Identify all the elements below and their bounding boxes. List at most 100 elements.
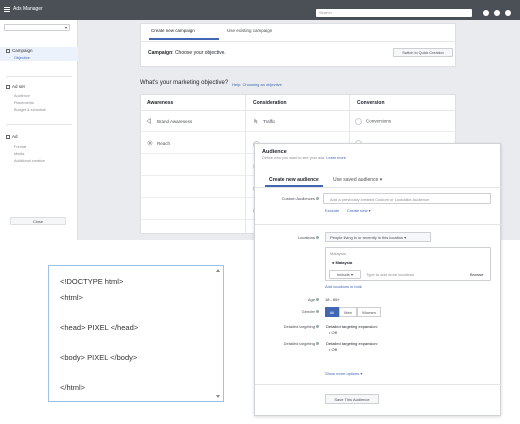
help-icon[interactable]	[494, 10, 500, 16]
divider	[245, 95, 246, 235]
tab-underline	[149, 38, 219, 40]
chevron-down-icon: ▾	[360, 371, 363, 376]
code-panel: <!DOCTYPE html> <html> <head> PIXEL </he…	[48, 265, 224, 402]
detailed-expansion-heading-2: Detailed targeting expansion:	[326, 341, 378, 346]
custom-audiences-label: Custom Audiences	[259, 196, 319, 201]
campaign-card: Create new campaign Use existing campaig…	[140, 23, 457, 67]
chevron-down-icon: ▾	[351, 272, 354, 277]
tab-create-new-audience[interactable]: Create new audience	[269, 177, 319, 183]
include-dropdown[interactable]: Include ▾	[329, 270, 361, 279]
info-icon	[316, 310, 319, 314]
divider	[255, 187, 502, 188]
scroll-up-icon[interactable]	[216, 269, 220, 272]
save-audience-button[interactable]: Save This Audience	[325, 394, 379, 404]
ad-set-icon	[6, 84, 10, 89]
campaign-icon	[6, 48, 10, 53]
chevron-down-icon: ▾	[379, 177, 383, 183]
age-range[interactable]: 18 - 65+	[325, 297, 340, 302]
browse-link[interactable]: Browse	[470, 272, 483, 277]
sidebar-item-audience[interactable]: Audience	[14, 94, 30, 98]
detailed-targeting-label-1: Detailed targeting	[259, 324, 319, 329]
campaign-label: Campaign: Choose your objective.	[148, 50, 226, 56]
quick-creation-button[interactable]: Switch to Quick Creation	[393, 48, 453, 57]
scroll-down-icon[interactable]	[216, 395, 220, 398]
locations-box: Malaysia ● Malaysia Include ▾ Type to ad…	[325, 247, 491, 281]
top-bar: Ads Manager Search	[0, 0, 520, 20]
sidebar-item-placements[interactable]: Placements	[14, 101, 34, 105]
search-input[interactable]: Search	[316, 9, 472, 17]
info-icon	[316, 197, 319, 201]
tab-use-existing-campaign[interactable]: Use existing campaign	[227, 28, 272, 33]
gender-women-button[interactable]: Women	[357, 307, 381, 317]
code-line-head: <head> PIXEL </head>	[60, 323, 139, 332]
sidebar: Campaign Objective Ad set Audience Place…	[0, 20, 78, 240]
exclude-link[interactable]: Exclude	[325, 208, 339, 213]
learn-more-link[interactable]: Learn more	[326, 156, 345, 160]
locations-type-dropdown[interactable]: People living in or recently in this loc…	[325, 232, 431, 242]
age-label: Age	[259, 297, 319, 302]
cursor-icon	[254, 118, 259, 124]
detailed-expansion-heading-1: Detailed targeting expansion:	[326, 324, 378, 329]
close-button[interactable]: Close	[10, 217, 66, 225]
code-line-doctype: <!DOCTYPE html>	[60, 277, 124, 286]
chevron-down-icon: ▾	[368, 208, 371, 213]
app-title: Ads Manager	[13, 6, 43, 12]
ad-icon	[6, 134, 10, 139]
gender-label: Gender	[259, 309, 319, 314]
code-line-html-open: <html>	[60, 293, 83, 302]
divider	[6, 124, 72, 125]
objective-question: What's your marketing objective?	[140, 80, 229, 86]
detailed-targeting-label-2: Detailed targeting	[259, 341, 319, 346]
objective-reach[interactable]: Reach	[157, 141, 170, 146]
column-awareness: Awareness	[147, 100, 174, 106]
tab-use-saved-audience[interactable]: Use saved audience ▾	[333, 177, 382, 183]
sidebar-section-campaign[interactable]: Campaign	[6, 48, 33, 53]
add-locations-bulk-link[interactable]: Add locations in bulk	[325, 284, 362, 289]
settings-icon[interactable]	[505, 10, 511, 16]
divider	[255, 224, 502, 225]
locations-label: Locations	[259, 235, 319, 240]
chevron-down-icon	[65, 27, 67, 29]
conversions-icon	[355, 118, 362, 125]
objective-brand-awareness[interactable]: Brand Awareness	[157, 119, 192, 124]
sidebar-section-ad[interactable]: Ad	[6, 134, 18, 139]
detailed-expansion-value-2[interactable]: • Off	[329, 347, 337, 352]
objective-help-link[interactable]: Help: Choosing an objective	[232, 82, 282, 87]
divider	[141, 131, 457, 132]
create-new-dropdown[interactable]: Create new ▾	[347, 208, 371, 213]
divider	[141, 110, 457, 111]
reach-icon	[147, 140, 153, 146]
sidebar-section-ad-set[interactable]: Ad set	[6, 84, 25, 89]
divider	[6, 76, 72, 77]
notifications-icon[interactable]	[483, 10, 489, 16]
menu-icon[interactable]	[4, 7, 10, 13]
location-search-input[interactable]: Type to add more locations	[366, 272, 414, 277]
custom-audience-input[interactable]: Add a previously created Custom or Looka…	[323, 193, 491, 204]
divider	[255, 384, 502, 385]
pin-icon: ●	[332, 260, 335, 265]
objective-conversions[interactable]: Conversions	[355, 118, 391, 125]
sidebar-item-media[interactable]: Media	[14, 152, 24, 156]
location-chip[interactable]: ● Malaysia	[332, 260, 352, 265]
audience-subtitle: Define who you want to see your ads. Lea…	[262, 156, 346, 160]
tab-create-new-campaign[interactable]: Create new campaign	[151, 28, 195, 33]
chevron-down-icon: ▾	[404, 235, 407, 240]
sidebar-item-additional-creative[interactable]: Additional creative	[14, 159, 45, 163]
detailed-expansion-value-1[interactable]: • Off	[329, 330, 337, 335]
info-icon	[316, 325, 319, 329]
column-conversion: Conversion	[357, 100, 385, 106]
show-more-options-link[interactable]: Show more options ▾	[325, 371, 362, 376]
audience-panel: Audience Define who you want to see your…	[254, 143, 502, 416]
column-consideration: Consideration	[253, 100, 287, 106]
divider	[141, 41, 457, 42]
location-group-label: Malaysia	[330, 251, 346, 256]
code-line-html-close: </html>	[60, 383, 86, 392]
sidebar-item-format[interactable]: Format	[14, 145, 26, 149]
sidebar-item-budget[interactable]: Budget & schedule	[14, 108, 46, 112]
gender-men-button[interactable]: Men	[339, 307, 357, 317]
gender-all-button[interactable]: All	[325, 307, 339, 317]
objective-traffic[interactable]: Traffic	[263, 119, 275, 124]
account-select[interactable]	[4, 24, 70, 31]
sidebar-item-objective[interactable]: Objective	[14, 56, 30, 60]
megaphone-icon	[147, 118, 151, 124]
